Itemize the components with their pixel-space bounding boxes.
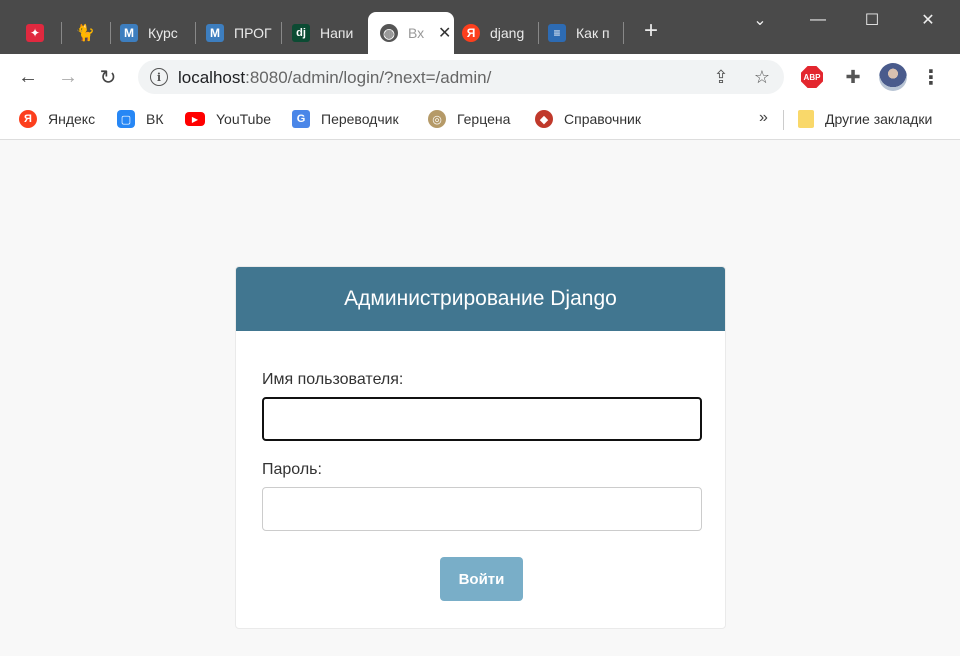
bookmark-reference[interactable]: ◆ Справочник bbox=[535, 108, 641, 130]
tab-title: djang bbox=[490, 25, 525, 41]
avatar[interactable] bbox=[879, 63, 907, 91]
username-input[interactable] bbox=[262, 397, 702, 441]
forward-button[interactable]: → bbox=[54, 63, 82, 91]
address-url[interactable]: localhost:8080/admin/login/?next=/admin/ bbox=[178, 68, 491, 88]
site-title: Администрирование Django bbox=[344, 287, 617, 310]
yandex-icon: Я bbox=[19, 110, 37, 128]
site-info-icon[interactable]: i bbox=[150, 68, 168, 86]
tab-title: Вх bbox=[408, 25, 425, 41]
folder-icon bbox=[798, 110, 814, 128]
vk-icon: ▢ bbox=[117, 110, 135, 128]
bookmarks-separator bbox=[783, 110, 784, 130]
bookmark-label: YouTube bbox=[216, 111, 272, 127]
bookmark-label: Герцена bbox=[457, 111, 511, 127]
cat-icon: 🐈 bbox=[75, 25, 95, 42]
yandex-icon: Я bbox=[462, 24, 480, 42]
bookmark-vk[interactable]: ▢ ВК bbox=[117, 108, 164, 130]
stackoverflow-icon: ≡ bbox=[548, 24, 566, 42]
dj-icon: dj bbox=[292, 24, 310, 42]
translate-icon: G bbox=[292, 110, 310, 128]
username-label: Имя пользователя: bbox=[262, 371, 404, 388]
bookmark-label: ВК bbox=[146, 111, 164, 127]
tab-strip: ✦ 🐈 M Курс M ПРОГ dj Напи ◍ Вх ✕ Я djang… bbox=[0, 0, 960, 54]
tab-prog[interactable]: M ПРОГ bbox=[194, 12, 278, 54]
login-panel: Администрирование Django Имя пользовател… bbox=[235, 266, 726, 629]
new-tab-button[interactable]: + bbox=[638, 19, 664, 45]
m-icon: M bbox=[206, 24, 224, 42]
bookmark-yandex[interactable]: Я Яндекс bbox=[19, 108, 95, 130]
bookmark-youtube[interactable]: ▶ YouTube bbox=[185, 108, 271, 130]
login-button[interactable]: Войти bbox=[440, 557, 523, 601]
minimize-button[interactable]: — bbox=[804, 6, 832, 34]
tab-title: ПРОГ bbox=[234, 25, 272, 41]
bookmarks-overflow-icon[interactable]: » bbox=[759, 109, 768, 127]
adblock-icon[interactable]: ABP bbox=[801, 66, 823, 88]
password-label: Пароль: bbox=[262, 461, 322, 478]
url-host: localhost bbox=[178, 68, 246, 87]
youtube-icon: ▶ bbox=[185, 112, 205, 126]
bookmark-label: Другие закладки bbox=[825, 111, 933, 127]
tab-napi[interactable]: dj Напи bbox=[280, 12, 364, 54]
bookmark-label: Переводчик bbox=[321, 111, 399, 127]
m-icon: M bbox=[120, 24, 138, 42]
url-path: :8080/admin/login/?next=/admin/ bbox=[245, 68, 492, 87]
tab-separator bbox=[623, 22, 624, 44]
menu-dots-icon[interactable]: ⋮ bbox=[920, 66, 942, 89]
bookmark-translate[interactable]: G Переводчик bbox=[292, 108, 399, 130]
back-button[interactable]: ← bbox=[14, 63, 42, 91]
tab-kak[interactable]: ≡ Как п bbox=[536, 12, 620, 54]
dice-icon: ✦ bbox=[26, 24, 44, 42]
bookmark-herzen[interactable]: ◎ Герцена bbox=[428, 108, 510, 130]
tab-title: Как п bbox=[576, 25, 610, 41]
reference-icon: ◆ bbox=[535, 110, 553, 128]
tab-kurs[interactable]: M Курс bbox=[108, 12, 190, 54]
bookmark-label: Яндекс bbox=[48, 111, 96, 127]
tab[interactable]: 🐈 bbox=[64, 12, 108, 54]
herzen-seal-icon: ◎ bbox=[428, 110, 446, 128]
password-input[interactable] bbox=[262, 487, 702, 531]
tab-active-login[interactable]: ◍ Вх ✕ bbox=[368, 12, 454, 54]
bookmarks-bar: Я Яндекс ▢ ВК ▶ YouTube G Переводчик ◎ Г… bbox=[0, 100, 960, 140]
tab-django[interactable]: Я djang bbox=[450, 12, 536, 54]
address-bar[interactable]: i localhost:8080/admin/login/?next=/admi… bbox=[138, 60, 784, 94]
maximize-button[interactable]: ☐ bbox=[858, 6, 886, 34]
site-header: Администрирование Django bbox=[236, 267, 725, 331]
extensions-puzzle-icon[interactable]: ✚ bbox=[842, 66, 864, 88]
tab-separator bbox=[61, 22, 62, 44]
tab[interactable]: ✦ bbox=[14, 12, 58, 54]
tab-title: Курс bbox=[148, 25, 178, 41]
share-icon[interactable]: ⇪ bbox=[710, 66, 732, 88]
bookmark-star-icon[interactable]: ☆ bbox=[751, 66, 773, 88]
globe-icon: ◍ bbox=[380, 24, 398, 42]
bookmark-label: Справочник bbox=[564, 111, 641, 127]
tab-title: Напи bbox=[320, 25, 354, 41]
tab-search-icon[interactable]: ⌄ bbox=[746, 6, 774, 34]
browser-toolbar: ← → ↻ i localhost:8080/admin/login/?next… bbox=[0, 54, 960, 100]
reload-button[interactable]: ↻ bbox=[94, 63, 122, 91]
bookmark-other-folder[interactable]: Другие закладки bbox=[798, 108, 932, 130]
close-window-button[interactable]: ✕ bbox=[914, 6, 942, 34]
